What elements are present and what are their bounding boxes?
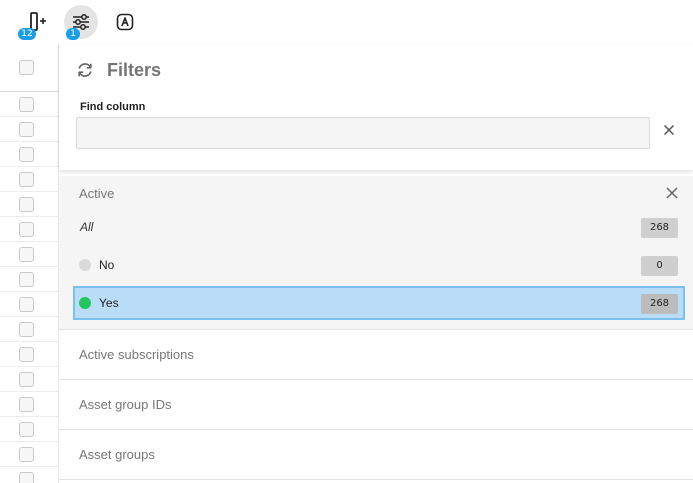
filter-option-label: All [80,220,94,234]
row-checkbox[interactable] [19,121,34,137]
filter-option-all[interactable]: All 268 [73,210,685,244]
filter-option-count: 0 [641,256,678,276]
add-column-button[interactable]: 12 [18,5,54,40]
filter-option-yes[interactable]: Yes 268 [73,286,685,320]
filter-option-count: 268 [641,218,678,238]
filters-button[interactable]: 1 [64,5,98,40]
filter-option-no[interactable]: No 0 [73,248,685,282]
table-checkbox-column [0,44,59,483]
filter-section-title: Active [79,186,115,201]
bookmark-button[interactable] [108,5,142,39]
columns-count-badge: 12 [18,28,36,40]
filter-option-label: No [99,258,115,272]
row-checkbox[interactable] [19,146,34,162]
table-row [0,117,58,142]
table-row [0,142,58,167]
table-row [0,242,58,267]
table-row [0,342,58,367]
refresh-icon[interactable] [76,61,94,79]
filter-section-active: Active All 268 No 0 Yes 268 [59,176,693,330]
status-dot-green [79,297,91,309]
row-checkbox[interactable] [19,396,34,412]
table-header [0,44,58,92]
table-row [0,317,58,342]
find-column-label: Find column [80,101,146,113]
filters-panel: Filters Find column Active All 268 No 0 … [59,44,693,483]
row-checkbox[interactable] [19,296,34,312]
toolbar: 12 1 [0,0,693,44]
row-checkbox[interactable] [19,196,34,212]
status-dot-grey [79,259,91,271]
filter-section-asset-groups[interactable]: Asset groups [59,430,693,480]
table-row [0,217,58,242]
row-checkbox[interactable] [19,171,34,187]
row-checkbox[interactable] [19,321,34,337]
filters-title-row: Filters [76,58,161,82]
table-row [0,467,58,483]
row-checkbox[interactable] [19,246,34,262]
row-checkbox[interactable] [19,96,34,112]
filter-section-label: Asset groups [79,447,155,462]
row-checkbox[interactable] [19,221,34,237]
table-row [0,92,58,117]
bookmark-a-icon [116,13,134,31]
active-filters-badge: 1 [66,28,80,40]
select-all-checkbox[interactable] [19,60,34,75]
filters-panel-header: Filters Find column [59,44,693,170]
row-checkbox[interactable] [19,421,34,437]
find-column-input[interactable] [76,117,650,149]
app-root: 12 1 Filters Find column Active All 268 … [0,0,693,483]
table-row [0,192,58,217]
table-row [0,167,58,192]
filter-section-active-subscriptions[interactable]: Active subscriptions [59,330,693,380]
row-checkbox[interactable] [19,371,34,387]
clear-search-icon[interactable] [661,122,677,138]
filter-section-label: Asset group IDs [79,397,172,412]
filters-title: Filters [107,59,162,80]
filter-section-label: Active subscriptions [79,347,194,362]
close-icon[interactable] [664,185,680,201]
table-row [0,292,58,317]
table-row [0,267,58,292]
filter-option-count: 268 [641,294,678,314]
table-row [0,417,58,442]
row-checkbox[interactable] [19,446,34,462]
table-row [0,392,58,417]
table-row [0,442,58,467]
filter-section-asset-group-ids[interactable]: Asset group IDs [59,380,693,430]
row-checkbox[interactable] [19,271,34,287]
row-checkbox[interactable] [19,471,34,483]
row-checkbox[interactable] [19,346,34,362]
table-row [0,367,58,392]
filter-option-label: Yes [99,296,119,310]
